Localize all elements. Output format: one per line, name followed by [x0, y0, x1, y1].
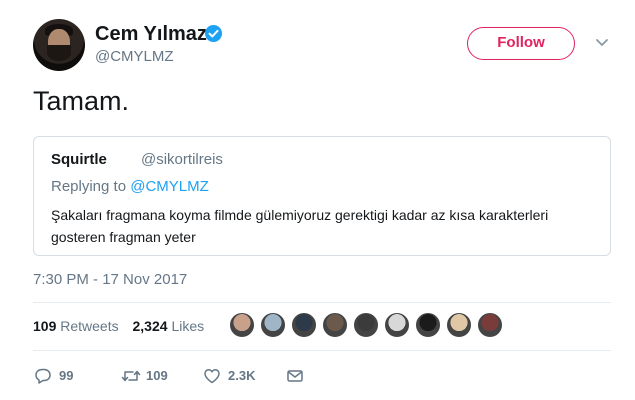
liker-avatar[interactable]	[260, 312, 286, 338]
like-count: 2.3K	[228, 368, 256, 383]
replying-prefix: Replying to	[51, 178, 131, 195]
liker-avatar[interactable]	[446, 312, 472, 338]
retweet-icon	[121, 370, 141, 382]
retweets-count: 109	[33, 318, 57, 334]
replying-to: Replying to @CMYLMZ	[51, 178, 209, 195]
chevron-down-icon[interactable]	[593, 36, 611, 50]
liker-avatar[interactable]	[353, 312, 379, 338]
heart-icon	[204, 369, 220, 384]
divider	[33, 350, 611, 351]
verified-badge-icon	[205, 25, 222, 42]
liker-avatar[interactable]	[384, 312, 410, 338]
author-handle[interactable]: @CMYLMZ	[95, 48, 174, 65]
likes-stat[interactable]: 2,324 Likes	[133, 318, 205, 334]
author-name[interactable]: Cem Yılmaz	[95, 23, 207, 46]
reply-count: 99	[59, 368, 74, 383]
engagement-stats: 109 Retweets 2,324 Likes	[33, 318, 214, 334]
liker-avatar[interactable]	[322, 312, 348, 338]
follow-button[interactable]: Follow	[467, 27, 575, 60]
liker-avatar[interactable]	[291, 312, 317, 338]
likes-count: 2,324	[132, 318, 168, 334]
quoted-author-handle[interactable]: @sikortilreis	[141, 151, 223, 168]
reply-icon	[35, 368, 51, 384]
avatar-beard	[47, 45, 71, 61]
likers-avatars	[229, 312, 508, 342]
quoted-tweet[interactable]: Squirtle @sikortilreis Replying to @CMYL…	[33, 136, 611, 256]
replying-to-link[interactable]: @CMYLMZ	[130, 178, 209, 195]
liker-avatar[interactable]	[477, 312, 503, 338]
envelope-icon	[287, 370, 303, 382]
retweet-count: 109	[146, 368, 168, 383]
quoted-author-name[interactable]: Squirtle	[51, 151, 107, 168]
tweet-text: Tamam.	[33, 86, 130, 116]
author-avatar[interactable]	[33, 19, 85, 71]
divider	[33, 302, 611, 303]
likes-label: Likes	[171, 318, 205, 334]
liker-avatar[interactable]	[415, 312, 441, 338]
tweet-timestamp[interactable]: 7:30 PM - 17 Nov 2017	[33, 271, 187, 288]
quoted-tweet-text: Şakaları fragmana koyma filmde gülemiyor…	[51, 207, 549, 245]
liker-avatar[interactable]	[229, 312, 255, 338]
retweets-label: Retweets	[60, 318, 119, 334]
retweets-stat[interactable]: 109 Retweets	[33, 318, 119, 334]
